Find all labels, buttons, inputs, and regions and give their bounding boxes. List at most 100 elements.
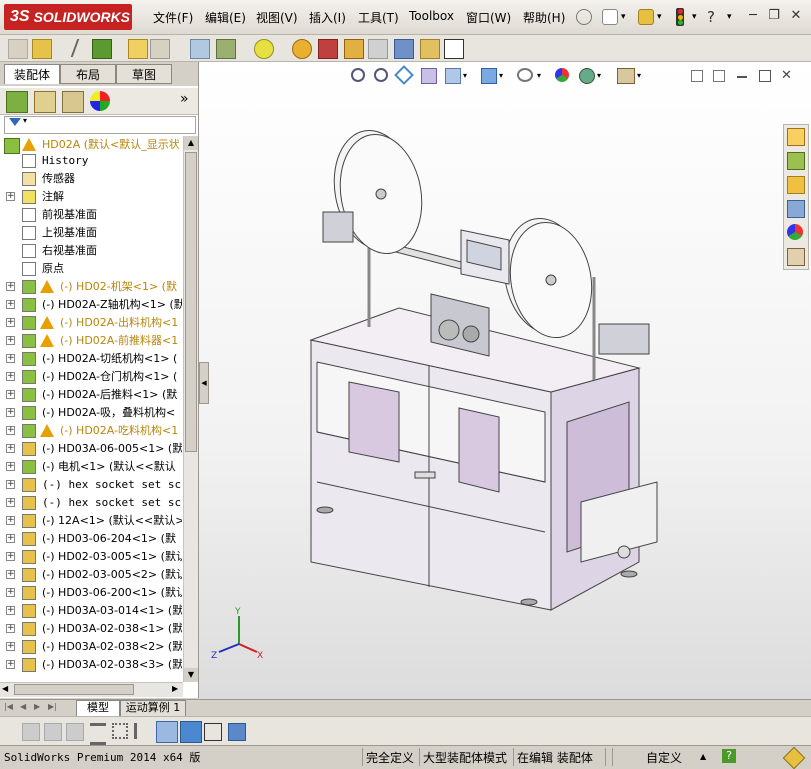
- tree-item[interactable]: 右视基准面: [0, 242, 182, 260]
- interference-detection-icon[interactable]: [394, 39, 414, 59]
- dimension-selected-icon[interactable]: [156, 721, 178, 743]
- tree-item[interactable]: + (-) HD02A-吸，叠料机构<: [0, 404, 182, 422]
- status-help-icon[interactable]: ?: [722, 749, 736, 763]
- menu-window[interactable]: 窗口(W): [466, 9, 511, 26]
- tab-nav-first-icon[interactable]: |◀: [4, 702, 13, 711]
- tab-nav-prev-icon[interactable]: ◀: [20, 702, 26, 711]
- open-dropdown-chevron-icon[interactable]: ▾: [657, 12, 662, 22]
- expand-toggle-icon[interactable]: +: [6, 588, 15, 597]
- save-view-icon[interactable]: [228, 723, 246, 741]
- expand-toggle-icon[interactable]: +: [6, 462, 15, 471]
- hscroll-thumb[interactable]: [14, 684, 134, 695]
- tab-nav-next-icon[interactable]: ▶: [34, 702, 40, 711]
- tab-motion-study[interactable]: 运动算例 1: [120, 700, 186, 717]
- tree-item[interactable]: + (-) 电机<1> (默认<<默认: [0, 458, 182, 476]
- expand-toggle-icon[interactable]: +: [6, 534, 15, 543]
- panel-expand-icon[interactable]: »: [180, 91, 189, 107]
- expand-toggle-icon[interactable]: +: [6, 282, 15, 291]
- bill-of-materials-icon[interactable]: [318, 39, 338, 59]
- tab-nav-last-icon[interactable]: ▶|: [48, 702, 57, 711]
- pin-icon[interactable]: [576, 9, 592, 25]
- display-manager-tab-icon[interactable]: [90, 91, 110, 111]
- expand-toggle-icon[interactable]: +: [6, 192, 15, 201]
- status-tag-icon[interactable]: [782, 746, 806, 769]
- expand-toggle-icon[interactable]: +: [6, 642, 15, 651]
- expand-toggle-icon[interactable]: +: [6, 426, 15, 435]
- tree-item[interactable]: + (-) hex socket set scre: [0, 476, 182, 494]
- linear-pattern-icon[interactable]: [92, 39, 112, 59]
- tab-layout[interactable]: 布局: [60, 64, 116, 84]
- align-icon[interactable]: [134, 723, 153, 739]
- status-units[interactable]: 自定义: [646, 749, 682, 766]
- tree-item[interactable]: + (-) HD03-06-200<1> (默认: [0, 584, 182, 602]
- expand-toggle-icon[interactable]: +: [6, 390, 15, 399]
- clearance-verification-icon[interactable]: [420, 39, 440, 59]
- toggle-sketch-icon[interactable]: [22, 723, 40, 741]
- solidworks-logo[interactable]: 3S SOLIDWORKS: [4, 4, 132, 30]
- open-folder-icon[interactable]: [638, 9, 654, 25]
- tree-item[interactable]: + (-) HD03A-03-014<1> (默: [0, 602, 182, 620]
- line-format-icon[interactable]: [90, 723, 106, 745]
- new-dropdown-chevron-icon[interactable]: ▾: [621, 12, 626, 22]
- expand-toggle-icon[interactable]: +: [6, 300, 15, 309]
- table-icon[interactable]: [204, 723, 222, 741]
- help-icon[interactable]: ?: [707, 8, 715, 26]
- expand-toggle-icon[interactable]: +: [6, 570, 15, 579]
- filter-chevron-icon[interactable]: ▾: [23, 116, 27, 125]
- mate-icon[interactable]: [64, 39, 80, 57]
- scroll-left-arrow-icon[interactable]: ◀: [2, 684, 8, 693]
- tree-item[interactable]: + (-) HD02A-切纸机构<1> (: [0, 350, 182, 368]
- move-component-icon[interactable]: [150, 39, 170, 59]
- menu-edit[interactable]: 编辑(E): [205, 9, 246, 26]
- feature-manager-tab-icon[interactable]: [6, 91, 28, 113]
- instant3d-icon[interactable]: [444, 39, 464, 59]
- expand-toggle-icon[interactable]: +: [6, 552, 15, 561]
- expand-toggle-icon[interactable]: +: [6, 444, 15, 453]
- tree-item[interactable]: + (-) hex socket set scre: [0, 494, 182, 512]
- tab-model[interactable]: 模型: [76, 700, 120, 717]
- tree-filter-box[interactable]: ▾: [4, 116, 196, 134]
- new-part-icon[interactable]: [32, 39, 52, 59]
- tab-assembly[interactable]: 装配体: [4, 64, 60, 84]
- tree-item[interactable]: + (-) HD02A-吃料机构<1: [0, 422, 182, 440]
- toggle-rebuild-icon[interactable]: [66, 723, 84, 741]
- tree-item[interactable]: 传感器: [0, 170, 182, 188]
- tree-item[interactable]: 原点: [0, 260, 182, 278]
- expand-toggle-icon[interactable]: +: [6, 372, 15, 381]
- menu-insert[interactable]: 插入(I): [309, 9, 346, 26]
- tree-item[interactable]: + (-) HD03A-02-038<2> (默: [0, 638, 182, 656]
- toggle-feature-icon[interactable]: [44, 723, 62, 741]
- units-up-arrow-icon[interactable]: ▲: [700, 752, 706, 761]
- expand-toggle-icon[interactable]: +: [6, 516, 15, 525]
- tree-item[interactable]: + (-) HD03A-02-038<3> (默: [0, 656, 182, 674]
- tree-item[interactable]: + (-) HD02A-出料机构<1: [0, 314, 182, 332]
- grid-icon[interactable]: [112, 723, 128, 739]
- tree-item[interactable]: + (-) HD02-03-005<1> (默认: [0, 548, 182, 566]
- menu-file[interactable]: 文件(F): [153, 9, 193, 26]
- tree-item[interactable]: + (-) HD02-03-005<2> (默认: [0, 566, 182, 584]
- smart-fasteners-icon[interactable]: [128, 39, 148, 59]
- new-document-icon[interactable]: [602, 9, 618, 25]
- tree-item[interactable]: + (-) HD02A-Z轴机构<1> (默: [0, 296, 182, 314]
- tree-item[interactable]: + (-) HD03A-02-038<1> (默: [0, 620, 182, 638]
- tree-item[interactable]: + (-) HD02A-前推料器<1: [0, 332, 182, 350]
- expand-toggle-icon[interactable]: +: [6, 606, 15, 615]
- expand-toggle-icon[interactable]: +: [6, 408, 15, 417]
- menu-view[interactable]: 视图(V): [256, 9, 298, 26]
- tree-item[interactable]: + (-) HD02A-后推料<1> (默: [0, 386, 182, 404]
- explode-line-sketch-icon[interactable]: [368, 39, 388, 59]
- tree-item[interactable]: + (-) HD02A-仓门机构<1> (: [0, 368, 182, 386]
- restore-icon[interactable]: ❐: [767, 9, 781, 23]
- scroll-thumb[interactable]: [185, 152, 197, 452]
- reference-geometry-icon[interactable]: [254, 39, 274, 59]
- expand-toggle-icon[interactable]: +: [6, 354, 15, 363]
- tree-item[interactable]: + (-) HD03A-06-005<1> (默: [0, 440, 182, 458]
- assembly-features-icon[interactable]: [216, 39, 236, 59]
- tab-sketch[interactable]: 草图: [116, 64, 172, 84]
- tree-item[interactable]: History: [0, 152, 182, 170]
- expand-toggle-icon[interactable]: +: [6, 498, 15, 507]
- configuration-manager-tab-icon[interactable]: [62, 91, 84, 113]
- tree-item[interactable]: + (-) 12A<1> (默认<<默认>: [0, 512, 182, 530]
- expand-toggle-icon[interactable]: +: [6, 660, 15, 669]
- shaded-view-icon[interactable]: [180, 721, 202, 743]
